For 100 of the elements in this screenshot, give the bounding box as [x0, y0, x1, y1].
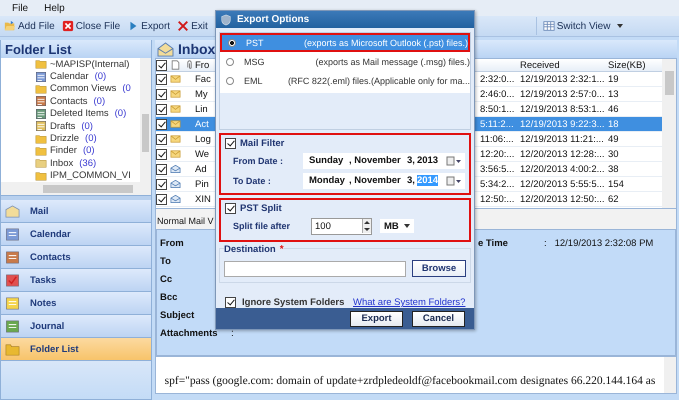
table-cell-text: 38 [608, 164, 620, 174]
dialog-button[interactable]: Export [350, 310, 403, 327]
folder-item[interactable]: Calendar (0) [35, 70, 140, 83]
folder-item[interactable]: Drafts (0) [35, 120, 140, 132]
table-cell-text: Fac [195, 74, 212, 84]
switch-view-button[interactable]: Switch View [536, 17, 626, 35]
spinner-arrows-icon[interactable] [362, 219, 371, 234]
table-cell-text: 62 [608, 194, 620, 204]
radio-button[interactable] [226, 58, 234, 66]
inbox-title: Inbox [178, 41, 216, 57]
folder-icon [35, 82, 47, 95]
folder-item[interactable]: Contacts (0) [35, 95, 140, 108]
table-cell-text: Act [195, 118, 210, 130]
required-mark: * [280, 244, 284, 255]
format-option[interactable]: MSG (exports as Mail message (.msg) files.) [220, 52, 470, 72]
table-cell-text: 12/19/2013 2:32:1... [520, 74, 606, 84]
column-header[interactable]: Fro [195, 60, 217, 70]
field-label: Bcc [160, 292, 178, 302]
row-checkbox[interactable] [156, 148, 167, 160]
folder-item[interactable]: Inbox (36) [35, 157, 140, 170]
calendar-dropdown-icon[interactable] [446, 176, 462, 186]
field-label: To Date : [232, 176, 272, 186]
table-cell-text: 12/19/2013 2:57:0... [520, 88, 606, 100]
toolbar-button[interactable]: Add File [2, 17, 57, 35]
table-cell-text: 49 [608, 134, 620, 144]
table-cell-text: 30 [608, 148, 620, 160]
table-cell-text: Log [195, 134, 212, 144]
table-cell-text: 18 [608, 118, 620, 130]
folder-item[interactable]: ~MAPISP(Internal) [35, 58, 140, 70]
table-cell-text: XIN [195, 194, 212, 204]
date-picker[interactable]: Sunday , November 3, 2013 [303, 152, 465, 169]
vertical-scrollbar[interactable] [662, 59, 676, 208]
checkbox[interactable] [225, 202, 236, 214]
table-cell-text: 8:50:1... [480, 104, 516, 114]
row-checkbox[interactable] [156, 104, 167, 114]
number-spinner[interactable]: 100 [311, 218, 372, 235]
exit-icon [177, 20, 190, 32]
preview-tab[interactable]: Normal Mail V [157, 213, 214, 229]
dialog-button[interactable]: Cancel [412, 310, 465, 327]
folder-item[interactable]: Deleted Items (0) [35, 108, 140, 120]
row-checkbox[interactable] [156, 134, 167, 144]
vertical-scrollbar[interactable] [664, 357, 676, 393]
destination-field[interactable] [224, 260, 406, 277]
browse-button[interactable]: Browse [412, 260, 466, 278]
table-cell-text: 154 [608, 178, 625, 190]
checkbox[interactable] [225, 297, 236, 308]
radio-button[interactable] [228, 38, 236, 47]
toolbar-button[interactable]: Exit [175, 17, 210, 35]
row-checkbox[interactable] [156, 164, 167, 174]
table-cell-text: 46 [608, 104, 620, 114]
menu-item[interactable]: Help [44, 2, 65, 14]
nav-button[interactable]: Mail [1, 200, 151, 223]
nav-button[interactable]: Calendar [1, 223, 151, 246]
nav-button[interactable]: Journal [1, 315, 151, 338]
row-checkbox[interactable] [156, 194, 167, 204]
select-all-checkbox[interactable] [156, 60, 167, 70]
caret-icon [617, 24, 624, 28]
checkbox[interactable] [225, 138, 236, 149]
unit-dropdown[interactable]: MB [380, 219, 414, 234]
vertical-scrollbar[interactable] [140, 58, 151, 182]
row-checkbox[interactable] [156, 88, 167, 100]
help-link[interactable]: What are System Folders? [353, 297, 466, 308]
field-label: From Date : [232, 156, 284, 166]
row-checkbox[interactable] [156, 178, 167, 190]
calendar-dropdown-icon[interactable] [446, 156, 462, 166]
nav-button[interactable]: Folder List [1, 338, 151, 361]
folder-item[interactable]: Drizzle (0) [35, 132, 140, 145]
nav-button[interactable]: Contacts [1, 246, 151, 269]
table-cell-text: Lin [195, 104, 209, 114]
row-checkbox[interactable] [156, 74, 167, 84]
menu-item[interactable]: File [12, 2, 28, 14]
radio-button[interactable] [226, 76, 234, 85]
date-picker[interactable]: Monday , November 3, 2014 [303, 172, 465, 189]
column-header[interactable]: Received [520, 60, 608, 70]
field-label: From [160, 238, 185, 248]
toolbar-button[interactable]: Export [125, 17, 172, 35]
folder-item[interactable]: Finder (0) [35, 144, 140, 158]
folder-item[interactable]: IPM_COMMON_VI [35, 170, 140, 182]
table-cell-text: 11:06:... [480, 134, 515, 144]
field-label: Split file after [232, 221, 292, 232]
column-header[interactable]: Size(KB) [608, 60, 662, 70]
toolbar-button[interactable]: Close File [60, 17, 122, 35]
note-icon [5, 296, 20, 310]
table-cell-text: 12/20/2013 5:55:5... [520, 178, 606, 190]
horizontal-scrollbar[interactable] [1, 182, 151, 195]
field-separator: : [231, 328, 234, 338]
folder-icon [35, 132, 47, 145]
nav-button[interactable]: Tasks [1, 269, 151, 292]
folder-list-header: Folder List [1, 40, 151, 58]
folder-item[interactable]: Common Views (0 [35, 82, 140, 96]
table-cell-text: 12/20/2013 12:28:... [520, 148, 606, 160]
group-label: Mail Filter [240, 138, 284, 149]
table-cell-text: 12/19/2013 9:22:3... [520, 118, 606, 130]
table-cell-text: 2:46:0... [480, 88, 516, 100]
table-cell-text: 12/19/2013 8:53:1... [520, 104, 606, 114]
grid-icon [542, 20, 555, 32]
row-checkbox[interactable] [156, 118, 167, 130]
nav-button[interactable]: Notes [1, 292, 151, 315]
table-cell-text: 19 [608, 74, 620, 84]
table-cell-text: 5:11:2... [480, 118, 515, 130]
